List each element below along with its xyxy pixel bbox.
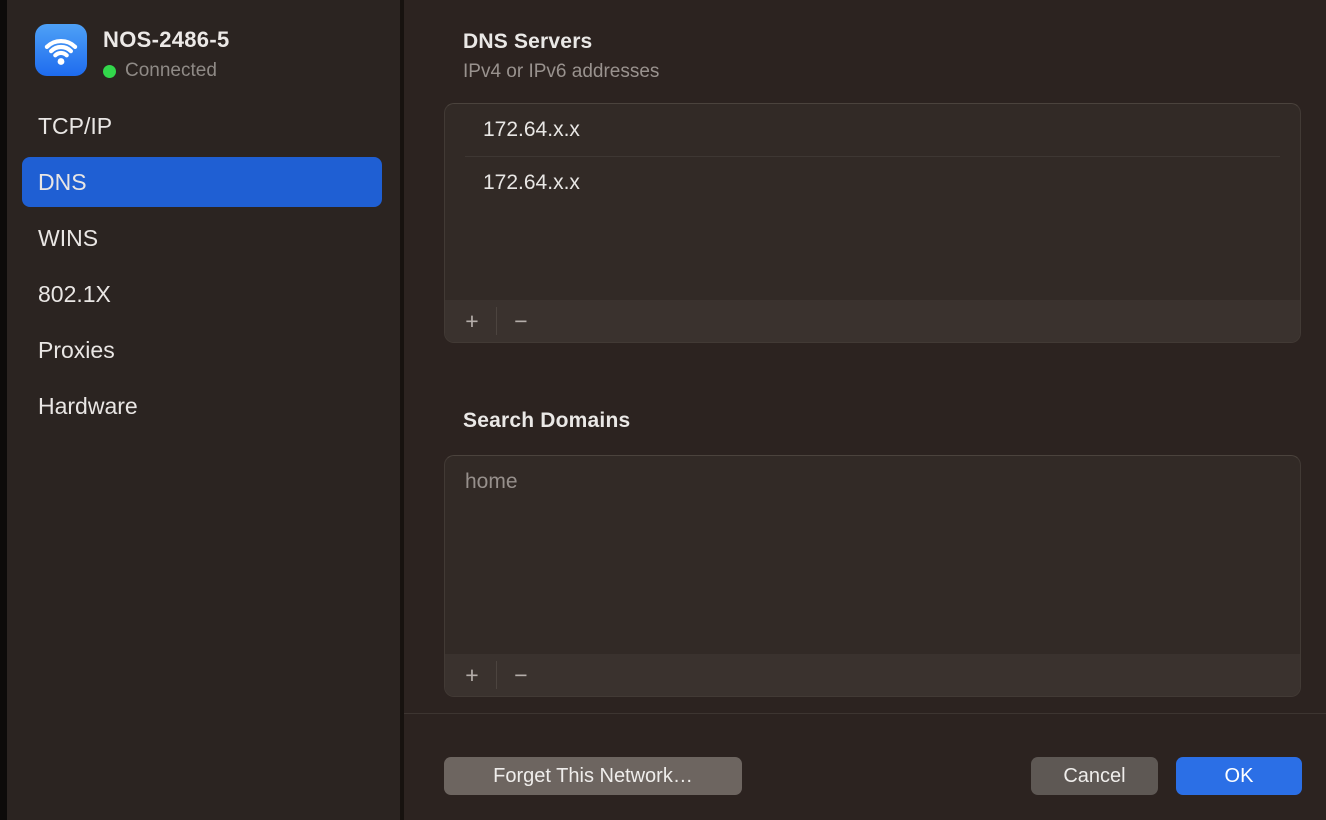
remove-dns-server-button[interactable]: − [504,306,538,336]
dns-servers-subtitle: IPv4 or IPv6 addresses [463,61,659,83]
sidebar-item-tcpip[interactable]: TCP/IP [22,101,382,151]
sidebar-item-8021x[interactable]: 802.1X [22,269,382,319]
add-search-domain-button[interactable]: + [455,660,489,690]
search-domains-listbox: home + − [444,455,1301,697]
toolbar-separator [496,661,497,689]
add-dns-server-button[interactable]: + [455,306,489,336]
wifi-icon [35,24,87,76]
search-domain-row[interactable]: home [445,456,1300,508]
network-status: Connected [103,60,230,82]
network-name: NOS-2486-5 [103,27,230,53]
forget-network-button[interactable]: Forget This Network… [444,757,742,795]
plus-icon: + [465,664,478,687]
dns-servers-title: DNS Servers [463,30,592,54]
network-header: NOS-2486-5 Connected [35,24,230,82]
sidebar: NOS-2486-5 Connected TCP/IP DNS WINS 802… [7,0,400,820]
dns-servers-listbox: 172.64.x.x 172.64.x.x + − [444,103,1301,343]
search-domains-list-toolbar: + − [445,654,1300,696]
dns-server-row[interactable]: 172.64.x.x [445,157,1300,209]
minus-icon: − [514,310,527,333]
ok-button[interactable]: OK [1176,757,1302,795]
sidebar-nav: TCP/IP DNS WINS 802.1X Proxies Hardware [22,101,382,437]
search-domains-title: Search Domains [463,409,630,433]
cancel-button[interactable]: Cancel [1031,757,1158,795]
desktop-edge [0,0,7,820]
sidebar-item-hardware[interactable]: Hardware [22,381,382,431]
minus-icon: − [514,664,527,687]
status-label: Connected [125,60,217,82]
toolbar-separator [496,307,497,335]
sidebar-item-dns[interactable]: DNS [22,157,382,207]
plus-icon: + [465,310,478,333]
remove-search-domain-button[interactable]: − [504,660,538,690]
status-dot-icon [103,65,116,78]
dns-settings-panel: DNS Servers IPv4 or IPv6 addresses 172.6… [404,0,1326,820]
dns-servers-list-toolbar: + − [445,300,1300,342]
sidebar-item-proxies[interactable]: Proxies [22,325,382,375]
footer-divider [404,713,1326,714]
dns-server-row[interactable]: 172.64.x.x [445,104,1300,156]
sidebar-item-wins[interactable]: WINS [22,213,382,263]
